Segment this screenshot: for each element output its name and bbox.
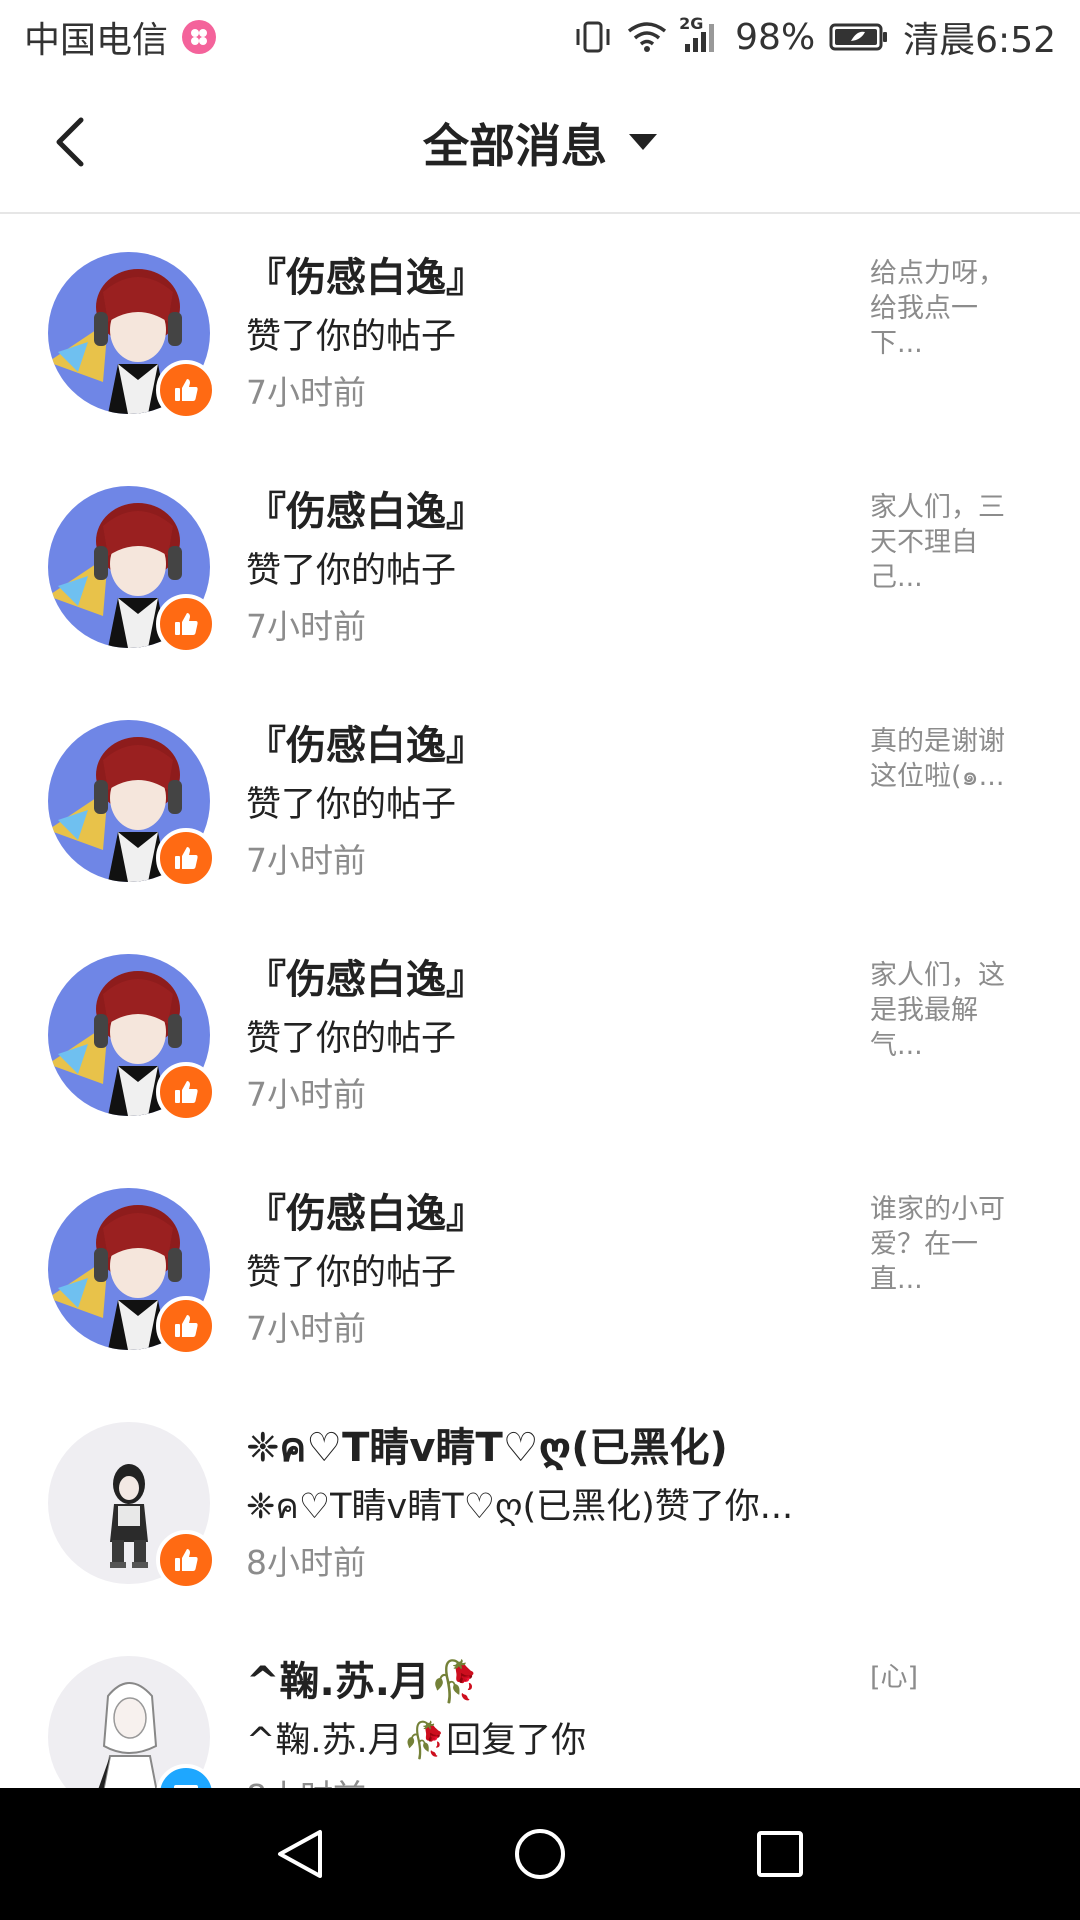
system-nav-bar (0, 1788, 1080, 1920)
sender-name[interactable]: ^鞠.苏.月🥀 (246, 1654, 846, 1710)
message-content: 『伤感白逸』 赞了你的帖子 7小时前 (246, 718, 846, 884)
thumbs-up-icon (175, 379, 198, 401)
like-badge (156, 1296, 216, 1356)
like-badge (156, 1062, 216, 1122)
message-action: 赞了你的帖子 (246, 551, 457, 591)
status-bar: 中国电信 2G 98% 清晨6:52 (0, 0, 1080, 74)
sender-name[interactable]: ❈ค♡T睛v睛T♡ღ(已黑化) (246, 1420, 846, 1476)
message-list: 『伤感白逸』 赞了你的帖子 7小时前 给点力呀，给我点一下... 『伤感白逸』 … (0, 214, 1080, 1788)
post-preview[interactable]: 给点力呀，给我点一下... (870, 256, 1030, 361)
signal-icon: 2G (679, 14, 721, 54)
post-preview[interactable]: [心] (870, 1660, 1030, 1695)
message-time: 7小时前 (246, 373, 366, 412)
nav-back-button[interactable] (260, 1814, 340, 1894)
list-item[interactable]: 『伤感白逸』 赞了你的帖子 7小时前 家人们，这是我最解气... (0, 916, 1080, 1150)
vibrate-icon (573, 20, 613, 54)
list-item[interactable]: 『伤感白逸』 赞了你的帖子 7小时前 家人们，三天不理自己... (0, 448, 1080, 682)
list-item[interactable]: 『伤感白逸』 赞了你的帖子 7小时前 给点力呀，给我点一下... (0, 214, 1080, 448)
circle-home-icon (515, 1829, 565, 1879)
list-item[interactable]: 『伤感白逸』 赞了你的帖子 7小时前 真的是谢谢这位啦(๑... (0, 682, 1080, 916)
status-left: 中国电信 (24, 11, 217, 63)
list-item[interactable]: 『伤感白逸』 赞了你的帖子 7小时前 谁家的小可爱？在一直... (0, 1150, 1080, 1384)
clock: 清晨6:52 (903, 20, 1056, 61)
post-preview[interactable]: 家人们，这是我最解气... (870, 958, 1030, 1063)
status-right: 2G 98% 清晨6:52 (573, 11, 1056, 63)
message-filter-dropdown[interactable]: 全部消息 (423, 110, 657, 176)
sender-name[interactable]: 『伤感白逸』 (246, 1186, 846, 1242)
app-badge-icon (182, 20, 217, 54)
post-preview[interactable]: 真的是谢谢这位啦(๑... (870, 724, 1030, 794)
message-time: 7小时前 (246, 1309, 366, 1348)
thumbs-up-icon (175, 1315, 198, 1337)
like-badge (156, 360, 216, 420)
post-preview[interactable]: 谁家的小可爱？在一直... (870, 1192, 1030, 1297)
message-action: ❈ค♡T睛v睛T♡ღ(已黑化)赞了你... (246, 1487, 794, 1527)
comment-icon (174, 1785, 198, 1788)
list-item[interactable]: ❈ค♡T睛v睛T♡ღ(已黑化) ❈ค♡T睛v睛T♡ღ(已黑化)赞了你... 8小… (0, 1384, 1080, 1618)
thumbs-up-icon (175, 1549, 198, 1571)
carrier-name: 中国电信 (24, 20, 169, 61)
message-time: 7小时前 (246, 841, 366, 880)
thumbs-up-icon (175, 613, 198, 635)
sender-name[interactable]: 『伤感白逸』 (246, 718, 846, 774)
message-content: 『伤感白逸』 赞了你的帖子 7小时前 (246, 250, 846, 416)
triangle-back-icon (278, 1830, 322, 1878)
page-title: 全部消息 (423, 119, 607, 173)
caret-down-icon (629, 134, 657, 150)
signal-type: 2G (679, 14, 704, 33)
message-time: 8小时前 (246, 1543, 366, 1582)
sender-name[interactable]: 『伤感白逸』 (246, 484, 846, 540)
like-badge (156, 828, 216, 888)
square-recents-icon (757, 1831, 803, 1877)
thumbs-up-icon (175, 1081, 198, 1103)
message-content: ^鞠.苏.月🥀 ^鞠.苏.月🥀回复了你 8小时前 (246, 1654, 846, 1788)
message-content: 『伤感白逸』 赞了你的帖子 7小时前 (246, 484, 846, 650)
list-item[interactable]: ^鞠.苏.月🥀 ^鞠.苏.月🥀回复了你 8小时前 [心] (0, 1618, 1080, 1788)
message-action: 赞了你的帖子 (246, 317, 457, 357)
message-action: 赞了你的帖子 (246, 1253, 457, 1293)
sender-name[interactable]: 『伤感白逸』 (246, 952, 846, 1008)
wifi-icon (627, 21, 667, 53)
message-content: 『伤感白逸』 赞了你的帖子 7小时前 (246, 952, 846, 1118)
battery-percent: 98% (735, 16, 816, 58)
message-time: 7小时前 (246, 607, 366, 646)
post-preview[interactable]: 家人们，三天不理自己... (870, 490, 1030, 595)
title-area: 全部消息 (0, 110, 1080, 176)
message-time: 7小时前 (246, 1075, 366, 1114)
message-action: ^鞠.苏.月🥀回复了你 (246, 1721, 587, 1761)
like-badge (156, 1530, 216, 1590)
thumbs-up-icon (175, 847, 198, 869)
nav-recents-button[interactable] (740, 1814, 820, 1894)
battery-icon (829, 22, 889, 52)
message-content: ❈ค♡T睛v睛T♡ღ(已黑化) ❈ค♡T睛v睛T♡ღ(已黑化)赞了你... 8小… (246, 1420, 846, 1586)
message-content: 『伤感白逸』 赞了你的帖子 7小时前 (246, 1186, 846, 1352)
message-time: 8小时前 (246, 1774, 846, 1788)
sender-name[interactable]: 『伤感白逸』 (246, 250, 846, 306)
nav-home-button[interactable] (500, 1814, 580, 1894)
message-action: 赞了你的帖子 (246, 1019, 457, 1059)
like-badge (156, 594, 216, 654)
message-action: 赞了你的帖子 (246, 785, 457, 825)
top-app-bar: 全部消息 (0, 74, 1080, 214)
